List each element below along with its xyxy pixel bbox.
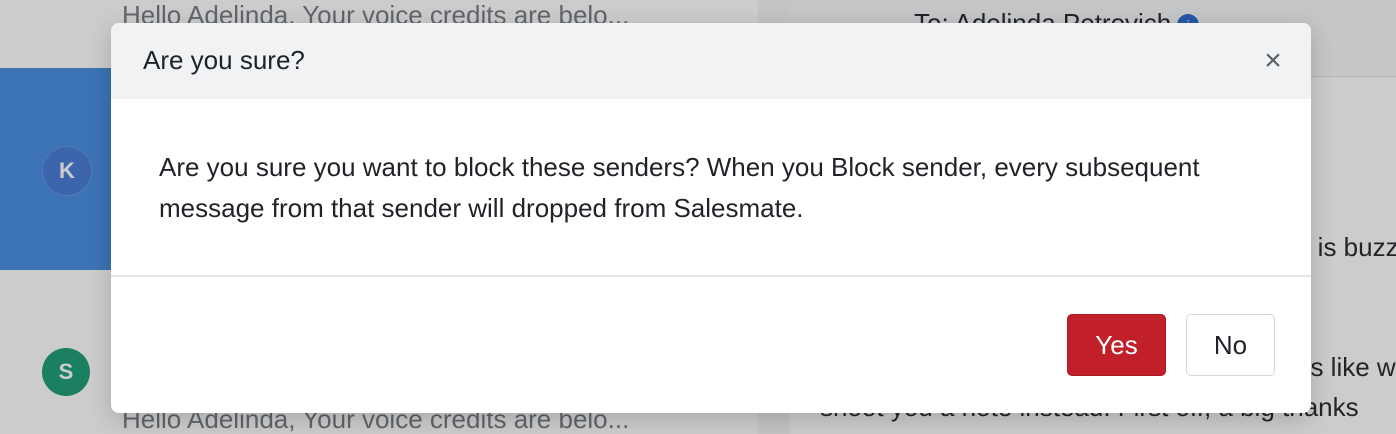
confirm-dialog: Are you sure? × Are you sure you want to… — [111, 23, 1311, 413]
no-button[interactable]: No — [1186, 314, 1275, 376]
close-icon[interactable]: × — [1257, 45, 1289, 77]
dialog-message: Are you sure you want to block these sen… — [159, 152, 1200, 223]
dialog-divider — [111, 275, 1311, 277]
page: Hello Adelinda, Your voice credits are b… — [0, 0, 1396, 434]
dialog-header: Are you sure? × — [111, 23, 1311, 99]
dialog-title: Are you sure? — [143, 45, 305, 75]
yes-button[interactable]: Yes — [1067, 314, 1166, 376]
